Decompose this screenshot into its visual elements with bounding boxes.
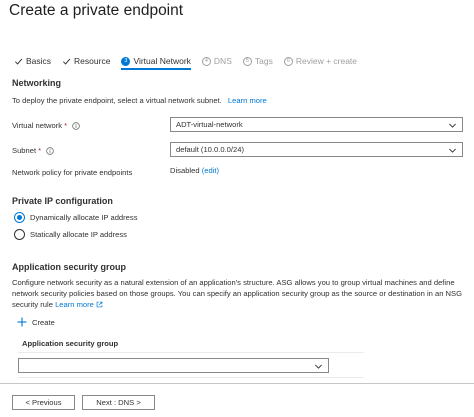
network-policy-label: Network policy for private endpoints — [12, 168, 133, 177]
required-asterisk: * — [38, 146, 42, 155]
step-label: Basics — [26, 56, 52, 66]
step-number-badge: 6 — [283, 56, 293, 66]
step-label: Tags — [254, 56, 273, 66]
step-number-badge: 5 — [242, 56, 252, 66]
previous-button[interactable]: < Previous — [12, 395, 75, 410]
external-link-icon — [96, 301, 103, 308]
step-label: Resource — [74, 56, 111, 66]
step-label: Virtual Network — [133, 56, 191, 66]
info-icon[interactable] — [72, 121, 80, 130]
asg-column-header: Application security group — [22, 339, 119, 348]
footer-divider — [0, 383, 474, 384]
page-title: Create a private endpoint — [9, 2, 184, 19]
step-number-badge: 4 — [201, 56, 211, 66]
required-asterisk: * — [64, 121, 68, 130]
radio-dynamic-ip[interactable]: Dynamically allocate IP address — [14, 212, 138, 223]
next-dns-button[interactable]: Next : DNS > — [82, 395, 155, 410]
radio-static-ip[interactable]: Statically allocate IP address — [14, 229, 127, 240]
asg-section-title: Application security group — [12, 262, 127, 272]
subnet-label-text: Subnet — [12, 146, 37, 155]
step-basics[interactable]: Basics — [14, 56, 51, 66]
create-label: Create — [32, 317, 55, 327]
asg-learn-more-link[interactable]: Learn more — [55, 300, 103, 309]
network-policy-status: Disabled — [170, 166, 200, 175]
info-icon[interactable] — [46, 146, 54, 155]
step-label: DNS — [213, 56, 232, 66]
asg-description: Configure network security as a natural … — [12, 277, 464, 310]
step-dns[interactable]: 4 DNS — [201, 56, 232, 66]
radio-button[interactable] — [14, 229, 25, 240]
step-tags[interactable]: 5 Tags — [242, 56, 273, 66]
chevron-down-icon — [449, 123, 456, 128]
step-label: Review + create — [295, 56, 358, 66]
checkmark-icon — [63, 58, 71, 65]
plus-icon — [17, 317, 27, 327]
network-policy-value: Disabled (edit) — [170, 166, 219, 175]
step-number-badge: 3 — [121, 56, 131, 66]
network-policy-edit-link[interactable]: (edit) — [202, 166, 219, 175]
virtual-network-label-text: Virtual network — [12, 121, 63, 130]
wizard-steps: Basics Resource 3 Virtual Network 4 DNS … — [14, 54, 368, 70]
networking-description: To deploy the private endpoint, select a… — [12, 96, 267, 105]
ip-config-section-title: Private IP configuration — [12, 196, 113, 206]
step-resource[interactable]: Resource — [62, 56, 110, 66]
checkmark-icon — [14, 58, 23, 65]
radio-button[interactable] — [14, 212, 25, 223]
create-asg-button[interactable]: Create — [17, 317, 55, 327]
asg-dropdown[interactable] — [18, 358, 329, 373]
grid-divider — [18, 377, 364, 378]
virtual-network-label: Virtual network * — [12, 121, 80, 130]
networking-section-title: Networking — [12, 78, 62, 88]
networking-learn-more-link[interactable]: Learn more — [228, 96, 267, 105]
grid-divider — [18, 352, 364, 353]
radio-label: Statically allocate IP address — [30, 230, 127, 239]
step-virtual-network[interactable]: 3 Virtual Network — [121, 56, 192, 70]
step-review-create[interactable]: 6 Review + create — [283, 56, 358, 66]
subnet-label: Subnet * — [12, 146, 54, 155]
networking-description-text: To deploy the private endpoint, select a… — [12, 96, 222, 105]
radio-label: Dynamically allocate IP address — [30, 213, 138, 222]
virtual-network-value: ADT-virtual-network — [176, 120, 243, 129]
virtual-network-dropdown[interactable]: ADT-virtual-network — [170, 117, 463, 132]
chevron-down-icon — [315, 364, 322, 369]
subnet-dropdown[interactable]: default (10.0.0.0/24) — [170, 142, 463, 157]
chevron-down-icon — [449, 148, 456, 153]
asg-learn-more-text: Learn more — [55, 300, 94, 309]
subnet-value: default (10.0.0.0/24) — [176, 145, 244, 154]
